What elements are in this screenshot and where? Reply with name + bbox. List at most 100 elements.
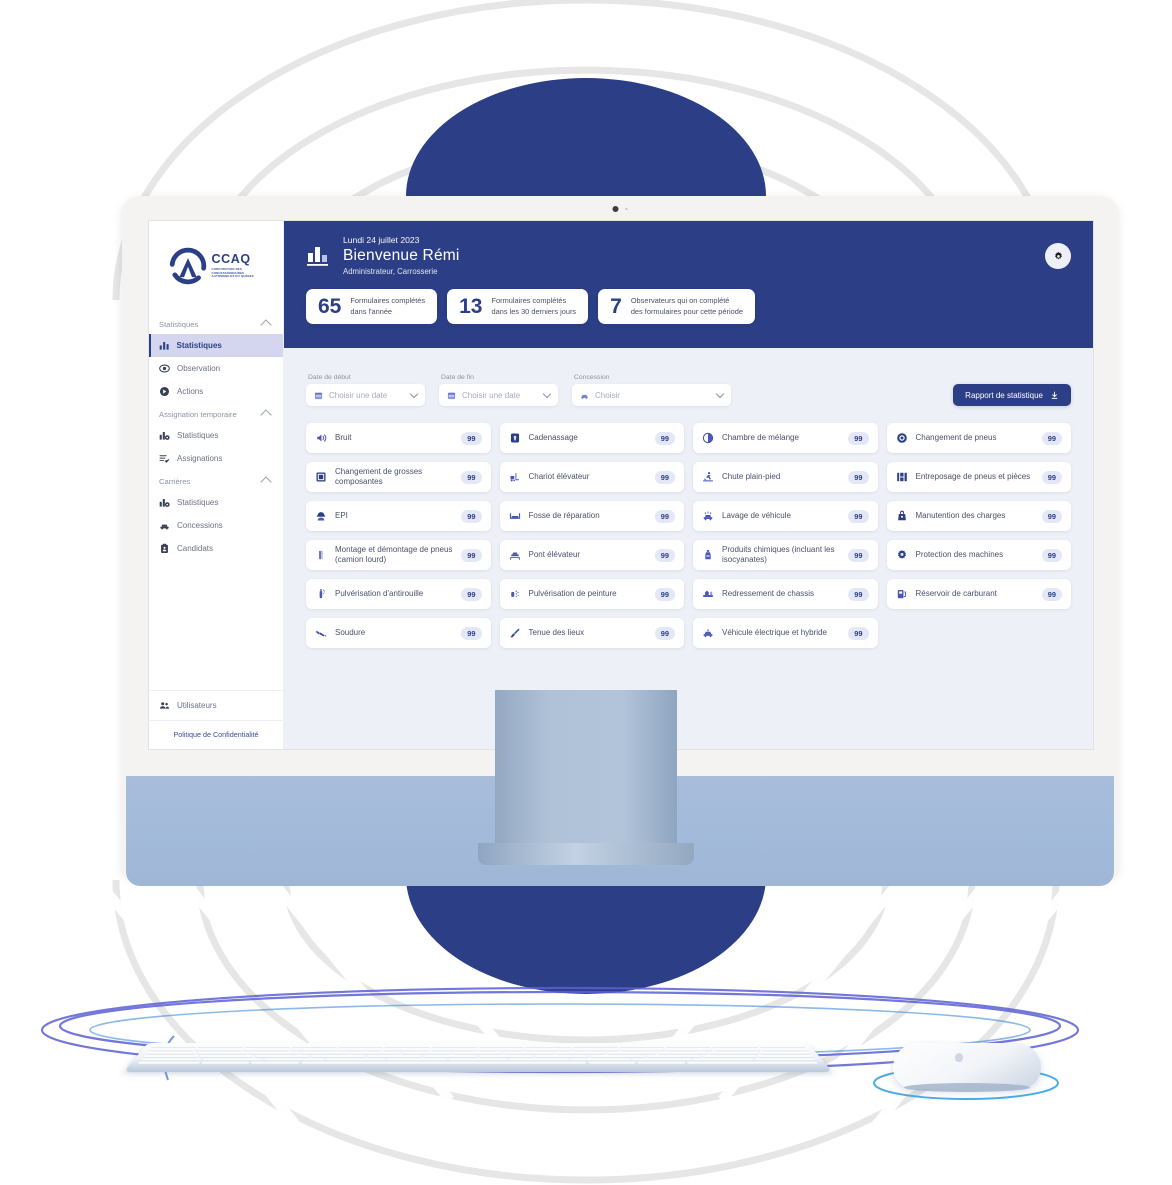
- filter-bar: Date de début Choisir une date Date de f…: [306, 374, 1071, 407]
- stat-label-line1: Formulaires complétés: [491, 296, 567, 305]
- stat-value: 7: [610, 295, 622, 319]
- sidebar-item-utilisateurs[interactable]: Utilisateurs: [149, 691, 283, 720]
- tile[interactable]: Chambre de mélange 99: [693, 423, 878, 454]
- key: [385, 1045, 431, 1048]
- end-date-input[interactable]: Choisir une date: [439, 384, 558, 407]
- start-date-input[interactable]: Choisir une date: [306, 384, 425, 407]
- bar-chart-gear-icon: [159, 497, 170, 508]
- key: [504, 1051, 554, 1054]
- tile-count: 99: [654, 509, 675, 523]
- current-date: Lundi 24 juillet 2023: [343, 235, 420, 245]
- car-wash-icon: [702, 510, 714, 522]
- report-button[interactable]: Rapport de statistique: [953, 384, 1071, 407]
- tile[interactable]: Véhicule électrique et hybride 99: [693, 618, 878, 649]
- sidebar-item-carrieres-statistiques[interactable]: Statistiques: [149, 491, 283, 514]
- header-divider: [284, 338, 1093, 357]
- sidebar-item-label: Statistiques: [176, 341, 222, 350]
- bar-chart-gear-icon: [159, 430, 170, 441]
- privacy-policy-link[interactable]: Politique de Confidentialité: [149, 720, 283, 749]
- tire-icon: [896, 432, 908, 444]
- sidebar-item-observation[interactable]: Observation: [149, 357, 283, 380]
- start-date-placeholder: Choisir une date: [329, 390, 388, 400]
- chassis-straighten-icon: [702, 588, 714, 600]
- sidebar-item-label: Statistiques: [177, 498, 219, 507]
- chevron-up-icon: [260, 319, 272, 331]
- brand-logo[interactable]: CCAQ CORPORATION DES CONCESSIONNAIRES AU…: [149, 221, 283, 311]
- end-date-label: Date de fin: [441, 374, 474, 382]
- tile[interactable]: Chariot élévateur 99: [499, 462, 684, 493]
- car-lift-icon: [509, 549, 521, 561]
- start-date-label: Date de début: [308, 374, 351, 382]
- tile-count: 99: [1041, 587, 1062, 601]
- apple-logo-icon: [955, 1053, 963, 1062]
- lifting-bag-icon: [896, 510, 908, 522]
- sidebar-item-label: Assignations: [177, 454, 223, 463]
- key: [587, 1061, 637, 1064]
- sidebar-item-assignation-statistiques[interactable]: Statistiques: [149, 424, 283, 447]
- sidebar-item-assignations[interactable]: Assignations: [149, 447, 283, 470]
- tile-count: 99: [461, 509, 482, 523]
- tile[interactable]: Entreposage de pneus et pièces 99: [886, 462, 1071, 493]
- key: [199, 1055, 255, 1058]
- tile[interactable]: Manutention des charges 99: [886, 501, 1071, 532]
- sidebar-item-actions[interactable]: Actions: [149, 380, 283, 403]
- key: [202, 1058, 263, 1061]
- key: [572, 1045, 618, 1048]
- camera-led-icon: [625, 208, 628, 210]
- machine-guard-icon: [896, 549, 908, 561]
- tile-label: Produits chimiques (incluant les isocyan…: [722, 545, 835, 565]
- keyboard[interactable]: [123, 1043, 833, 1073]
- key: [525, 1045, 571, 1048]
- concession-select[interactable]: Choisir: [572, 384, 731, 407]
- tile[interactable]: Changement de pneus 99: [886, 423, 1071, 454]
- key: [137, 1061, 201, 1064]
- keyboard-row: [140, 1058, 816, 1061]
- sidebar-item-statistiques[interactable]: Statistiques: [149, 334, 283, 357]
- nav-group-statistiques[interactable]: Statistiques: [149, 313, 283, 334]
- tile[interactable]: Soudure 99: [306, 618, 491, 649]
- tile[interactable]: Tenue des lieux 99: [499, 618, 684, 649]
- sidebar-item-concessions[interactable]: Concessions: [149, 514, 283, 537]
- tile[interactable]: Cadenassage 99: [499, 423, 684, 454]
- stat-card: 7 Observateurs qui on complété des formu…: [598, 289, 755, 325]
- key: [759, 1051, 810, 1054]
- key: [386, 1058, 447, 1061]
- nav-group-label: Statistiques: [159, 319, 199, 329]
- tile[interactable]: Protection des machines 99: [886, 540, 1071, 571]
- hazard-tiles-grid: Bruit 99 Cadenassage 99 Chambre de mélange…: [306, 423, 1071, 649]
- nav-group-carrieres[interactable]: Carrières: [149, 470, 283, 491]
- tile[interactable]: Lavage de véhicule 99: [693, 501, 878, 532]
- tile[interactable]: Fosse de réparation 99: [499, 501, 684, 532]
- tile[interactable]: Bruit 99: [306, 423, 491, 454]
- chevron-up-icon: [260, 476, 272, 488]
- key: [201, 1061, 250, 1064]
- nav-group-assignation-temporaire[interactable]: Assignation temporaire: [149, 403, 283, 424]
- stat-card: 13 Formulaires complétés dans les 30 der…: [447, 289, 589, 325]
- tile[interactable]: Chute plain-pied 99: [693, 462, 878, 493]
- sidebar-item-label: Candidats: [177, 544, 214, 553]
- screen: CCAQ CORPORATION DES CONCESSIONNAIRES AU…: [148, 220, 1094, 750]
- tile[interactable]: Produits chimiques (incluant les isocyan…: [693, 540, 878, 571]
- tile[interactable]: Montage et démontage de pneus (camion lo…: [306, 540, 491, 571]
- end-date-field: Date de fin Choisir une date: [439, 374, 558, 407]
- tile[interactable]: Pulvérisation d'antirouille 99: [306, 579, 491, 610]
- tile[interactable]: Réservoir de carburant 99: [886, 579, 1071, 610]
- settings-button[interactable]: [1045, 243, 1071, 269]
- tile-count: 99: [848, 431, 869, 445]
- sidebar-item-candidats[interactable]: Candidats: [149, 537, 283, 560]
- tile[interactable]: Pont élévateur 99: [499, 540, 684, 571]
- key: [657, 1051, 708, 1054]
- key: [757, 1055, 813, 1058]
- camera-lens-icon: [612, 206, 619, 212]
- key: [509, 1058, 570, 1061]
- key: [338, 1045, 384, 1048]
- key: [140, 1058, 202, 1061]
- keyboard-row: [148, 1048, 808, 1051]
- key: [291, 1045, 338, 1048]
- tile-label: Véhicule électrique et hybride: [722, 628, 827, 638]
- page-header: Lundi 24 juillet 2023 Bienvenue Rémi Adm…: [284, 221, 1093, 339]
- tile[interactable]: EPI 99: [306, 501, 491, 532]
- tile[interactable]: Pulvérisation de peinture 99: [499, 579, 684, 610]
- tile[interactable]: Changement de grosses composantes 99: [306, 462, 491, 493]
- tile[interactable]: Redressement de chassis 99: [693, 579, 878, 610]
